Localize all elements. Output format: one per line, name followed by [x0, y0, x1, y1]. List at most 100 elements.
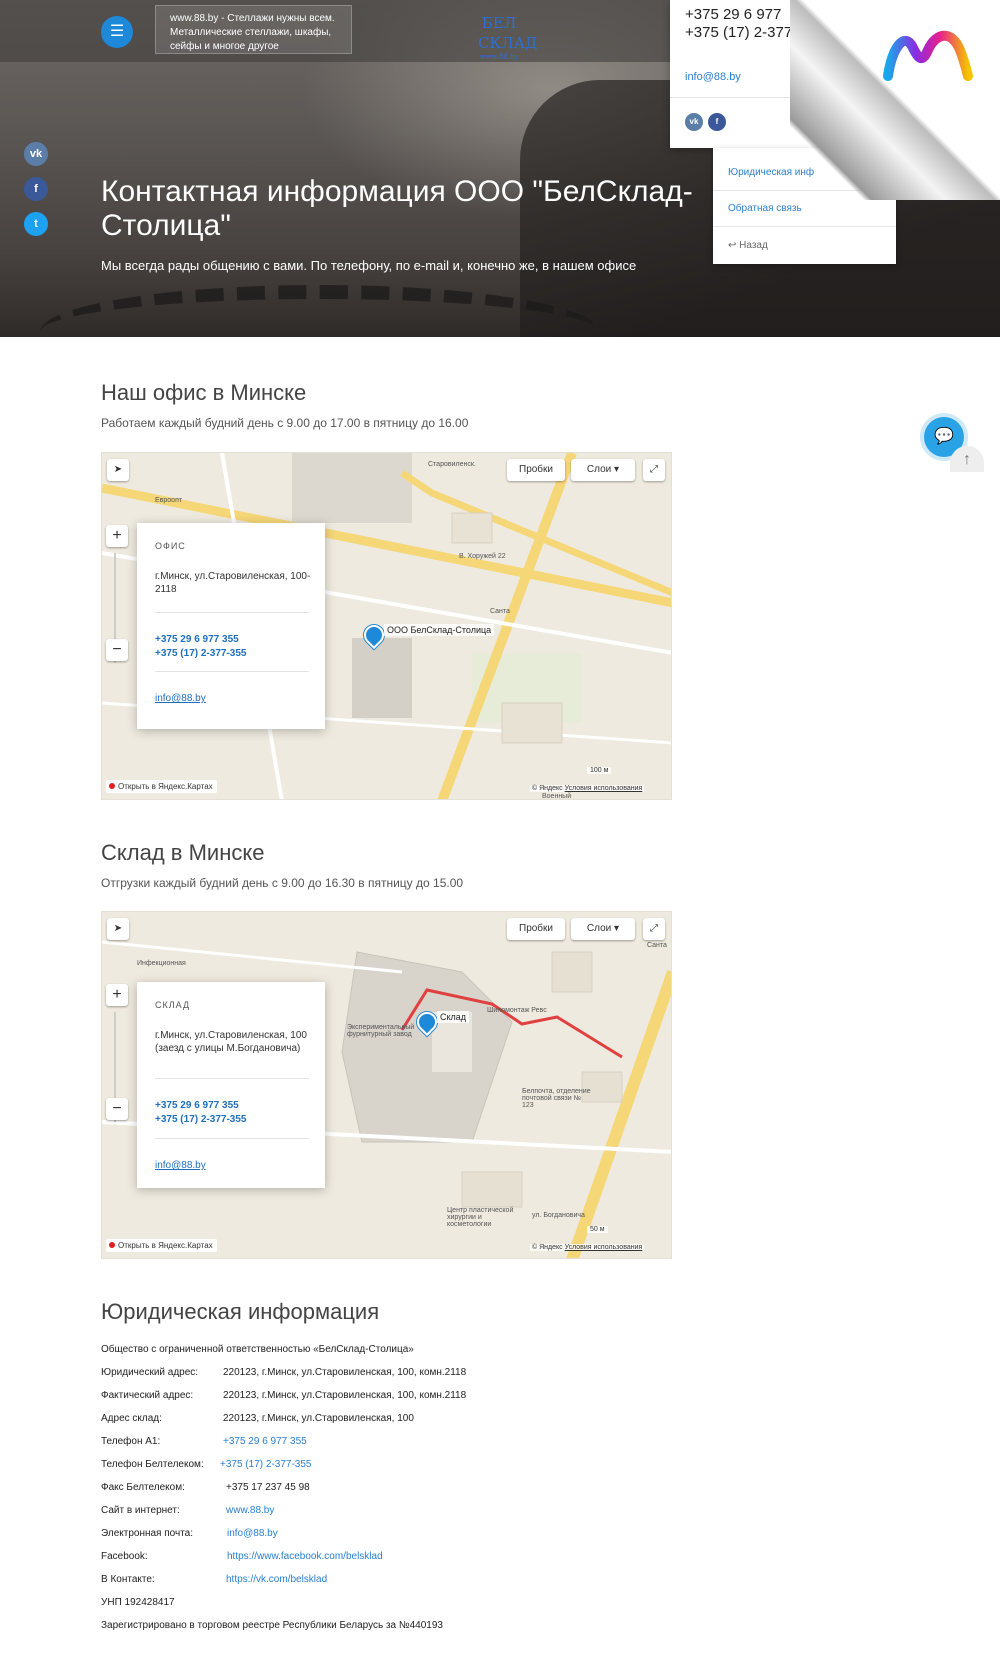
- map-pin-label: Склад: [437, 1011, 470, 1023]
- legal-row-link[interactable]: +375 (17) 2-377-355: [220, 1459, 311, 1470]
- warehouse-hours: Отгрузки каждый будний день с 9.00 до 16…: [101, 876, 464, 890]
- logo-subtext: www.88.by: [479, 53, 519, 61]
- card-phone-2[interactable]: +375 (17) 2-377-355: [155, 647, 246, 660]
- back-label: Назад: [739, 240, 768, 251]
- map-place-label: Центр пластической хирургии и косметолог…: [447, 1207, 514, 1228]
- arrow-up-icon: ↑: [963, 451, 971, 468]
- hero-cord-image: [40, 285, 600, 337]
- map-scale: 100 м: [587, 767, 612, 774]
- warehouse-section-title: Склад в Минске: [101, 840, 265, 865]
- chat-icon: 💬: [934, 428, 954, 445]
- copyright-text: © Яндекс: [532, 785, 563, 792]
- card-phone-1[interactable]: +375 29 6 977 355: [155, 1099, 239, 1112]
- brand-m-logo-icon[interactable]: [882, 28, 974, 84]
- legal-row-key: Фактический адрес:: [101, 1390, 194, 1401]
- legal-row-key: Электронная почта:: [101, 1528, 194, 1539]
- open-yandex-maps-link[interactable]: Открыть в Яндекс.Картах: [106, 780, 217, 793]
- plus-icon: +: [112, 527, 122, 544]
- map-fullscreen-button[interactable]: ⤢: [643, 459, 665, 481]
- copyright-text: © Яндекс: [532, 1244, 563, 1251]
- map-place-label: Шиномонтаж Ревс: [487, 1007, 547, 1014]
- dropdown-phone-1[interactable]: +375 29 6 977: [685, 6, 792, 24]
- minus-icon: −: [112, 641, 122, 658]
- traffic-label: Пробки: [519, 464, 553, 475]
- submenu-divider: [713, 226, 896, 227]
- office-hours: Работаем каждый будний день с 9.00 до 17…: [101, 416, 469, 430]
- card-phone-2[interactable]: +375 (17) 2-377-355: [155, 1113, 246, 1126]
- card-address: г.Минск, ул.Старовиленская, 100-2118: [155, 571, 311, 595]
- back-arrow-icon: ↩: [728, 240, 740, 251]
- legal-row-key: В Контакте:: [101, 1574, 155, 1585]
- map-layers-button[interactable]: Слои ▾: [571, 918, 635, 940]
- map-copyright: © Яндекс Условия использования: [530, 1244, 645, 1251]
- open-yandex-maps-link[interactable]: Открыть в Яндекс.Картах: [106, 1239, 217, 1252]
- warehouse-map[interactable]: Инфекционная Экспериментальный фурнитурн…: [101, 911, 672, 1259]
- map-traffic-button[interactable]: Пробки: [507, 459, 565, 481]
- card-divider: [155, 671, 309, 672]
- legal-row-value: +375 17 237 45 98: [226, 1482, 310, 1493]
- map-traffic-button[interactable]: Пробки: [507, 918, 565, 940]
- terms-link[interactable]: Условия использования: [565, 785, 643, 792]
- map-locate-button[interactable]: ➤: [107, 459, 129, 481]
- map-zoom-out-button[interactable]: −: [106, 639, 128, 661]
- legal-row-key: Facebook:: [101, 1551, 148, 1562]
- facebook-icon[interactable]: f: [708, 113, 726, 131]
- legal-row-key: Телефон А1:: [101, 1436, 161, 1447]
- map-zoom-in-button[interactable]: +: [106, 984, 128, 1006]
- legal-row-value: 220123, г.Минск, ул.Старовиленская, 100: [223, 1413, 414, 1424]
- card-address: г.Минск, ул.Старовиленская, 100 (заезд с…: [155, 1030, 307, 1054]
- map-pin-label: ООО БелСклад-Столица: [384, 624, 495, 636]
- facebook-icon[interactable]: f: [24, 177, 48, 201]
- map-place-label: В. Хоружей 22: [459, 553, 506, 560]
- map-place-label: ул. Богдановича: [532, 1212, 585, 1219]
- legal-registry: Зарегистрировано в торговом реестре Респ…: [101, 1620, 443, 1631]
- legal-row-key: Юридический адрес:: [101, 1367, 199, 1378]
- card-label: СКЛАД: [155, 1000, 191, 1010]
- legal-unp: УНП 192428417: [101, 1597, 175, 1608]
- locate-arrow-icon: ➤: [113, 923, 123, 934]
- legal-row-link[interactable]: https://www.facebook.com/belsklad: [227, 1551, 383, 1562]
- map-locate-button[interactable]: ➤: [107, 918, 129, 940]
- dropdown-email[interactable]: info@88.by: [685, 71, 741, 83]
- submenu-item-feedback[interactable]: Обратная связь: [728, 203, 802, 214]
- map-copyright: © Яндекс Условия использования: [530, 785, 645, 792]
- terms-link[interactable]: Условия использования: [565, 1244, 643, 1251]
- map-zoom-in-button[interactable]: +: [106, 525, 128, 547]
- page-subtitle: Мы всегда рады общению с вами. По телефо…: [101, 258, 637, 273]
- legal-row-value: 220123, г.Минск, ул.Старовиленская, 100,…: [223, 1367, 467, 1378]
- office-map[interactable]: Евроопт В. Хоружей 22 Санта Старовиленск…: [101, 452, 672, 800]
- legal-row-link[interactable]: info@88.by: [227, 1528, 278, 1539]
- legal-row-link[interactable]: +375 29 6 977 355: [223, 1436, 307, 1447]
- site-tagline: www.88.by - Стеллажи нужны всем. Металли…: [155, 5, 352, 54]
- minus-icon: −: [112, 1100, 122, 1117]
- chevron-down-icon: ▾: [614, 464, 620, 475]
- vk-icon[interactable]: vk: [685, 113, 703, 131]
- legal-row-link[interactable]: https://vk.com/belsklad: [226, 1574, 327, 1585]
- social-sidebar: vk f t: [24, 142, 48, 247]
- map-place-label: Белпочта, отделение почтовой связи № 123: [522, 1088, 591, 1109]
- legal-row-key: Телефон Белтелеком:: [101, 1459, 204, 1470]
- map-place-label: Экспериментальный фурнитурный завод: [347, 1024, 415, 1038]
- menu-button[interactable]: ☰: [101, 16, 133, 48]
- office-info-card: ОФИС г.Минск, ул.Старовиленская, 100-211…: [137, 523, 325, 729]
- locate-arrow-icon: ➤: [113, 464, 123, 475]
- warehouse-info-card: СКЛАД г.Минск, ул.Старовиленская, 100 (з…: [137, 982, 325, 1188]
- card-divider: [155, 612, 309, 613]
- card-phone-1[interactable]: +375 29 6 977 355: [155, 633, 239, 646]
- hamburger-icon: ☰: [109, 23, 125, 40]
- map-fullscreen-button[interactable]: ⤢: [643, 918, 665, 940]
- card-email[interactable]: info@88.by: [155, 1160, 206, 1171]
- map-zoom-out-button[interactable]: −: [106, 1098, 128, 1120]
- chevron-down-icon: ▾: [614, 923, 620, 934]
- twitter-icon[interactable]: t: [24, 212, 48, 236]
- plus-icon: +: [112, 986, 122, 1003]
- dropdown-phone-2[interactable]: +375 (17) 2-377: [685, 24, 792, 42]
- vk-icon[interactable]: vk: [24, 142, 48, 166]
- submenu-back[interactable]: ↩ Назад: [728, 240, 768, 251]
- legal-row-link[interactable]: www.88.by: [226, 1505, 274, 1516]
- map-layers-button[interactable]: Слои ▾: [571, 459, 635, 481]
- site-logo[interactable]: БЕЛ СКЛАД www.88.by: [478, 13, 537, 61]
- card-email[interactable]: info@88.by: [155, 693, 206, 704]
- legal-row-key: Сайт в интернет:: [101, 1505, 180, 1516]
- scroll-to-top-button[interactable]: ↑: [950, 446, 984, 472]
